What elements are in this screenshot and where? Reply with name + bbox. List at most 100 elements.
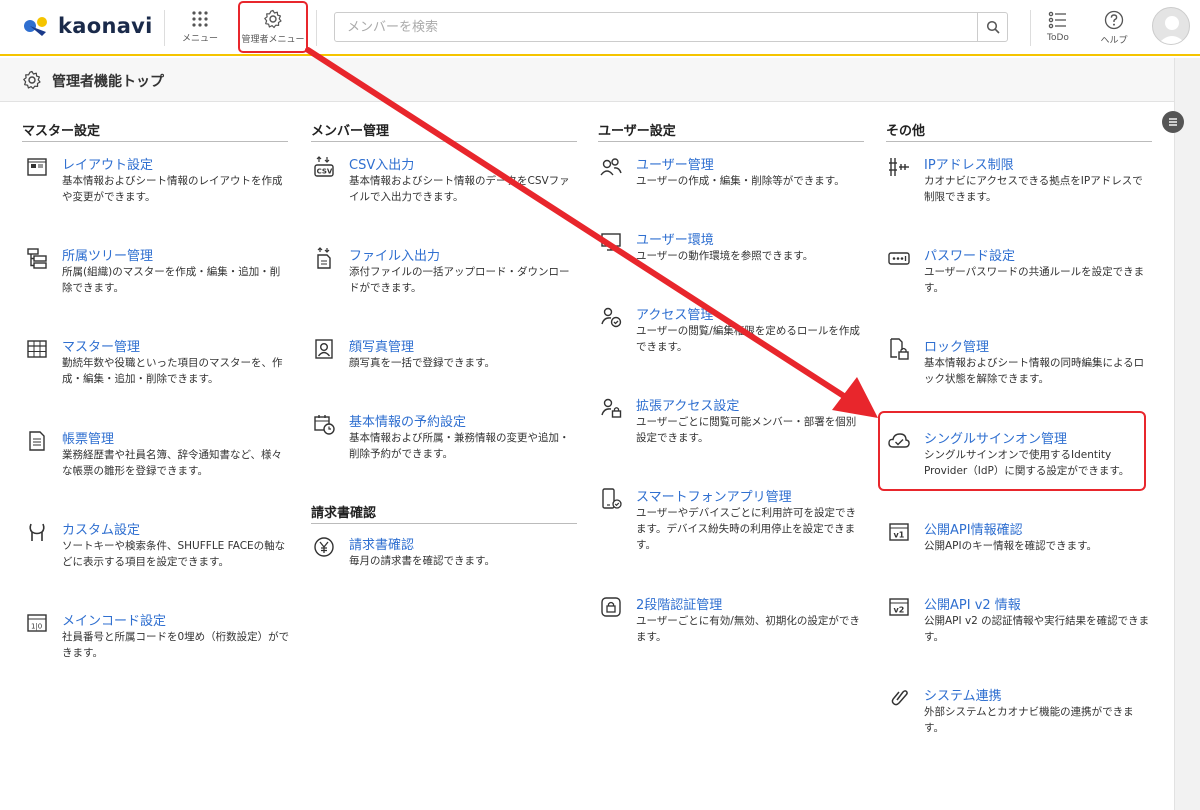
menu-item-label[interactable]: シングルサインオン管理: [924, 428, 1067, 447]
document-icon: [29, 431, 45, 451]
menu-item-label[interactable]: ロック管理: [924, 336, 989, 355]
menu-item-desc: ユーザーの動作環境を参照できます。: [636, 250, 814, 262]
gear-icon: [264, 9, 282, 29]
menu-item-label[interactable]: 公開API情報確認: [924, 519, 1023, 538]
menu-item-desc: ユーザーごとに有効/無効、初期化の設定ができます。: [636, 615, 860, 643]
tree-icon: [27, 248, 47, 269]
ip-restrict-icon: [889, 158, 909, 176]
menu-item-desc: ユーザーやデバイスごとに利用許可を設定できます。デバイス紛失時の利用停止を設定で…: [636, 507, 856, 551]
avatar[interactable]: [1152, 7, 1190, 45]
menu-item-desc: ユーザーの閲覧/編集権限を定めるロールを作成できます。: [636, 325, 860, 353]
svg-text:v1: v1: [894, 531, 905, 540]
menu-item-desc: 勤続年数や役職といった項目のマスターを、作成・編集・追加・削除できます。: [62, 357, 283, 385]
code-icon: 1|0: [27, 614, 47, 632]
menu-item-label[interactable]: 2段階認証管理: [636, 594, 722, 613]
help-button[interactable]: ヘルプ: [1088, 8, 1140, 50]
lock-file-icon: [890, 338, 909, 360]
column-billing: 請求書確認: [311, 502, 577, 524]
menu-item-label[interactable]: ユーザー環境: [636, 229, 714, 248]
svg-text:v2: v2: [894, 606, 905, 615]
admin-menu-button[interactable]: 管理者メニュー: [238, 1, 308, 53]
csv-icon: CSV: [314, 156, 334, 177]
user-lock-icon: [601, 398, 622, 418]
menu-item-desc: 基本情報およびシート情報の同時編集によるロック状態を解除できます。: [924, 357, 1145, 385]
menu-item-label[interactable]: 拡張アクセス設定: [636, 395, 739, 414]
menu-item-label[interactable]: IPアドレス制限: [924, 154, 1014, 173]
menu-item-label[interactable]: 基本情報の予約設定: [349, 411, 466, 430]
todo-list-icon: [1048, 11, 1066, 29]
menu-item-label[interactable]: アクセス管理: [636, 304, 713, 323]
portrait-icon: [315, 339, 333, 359]
smartphone-icon: [602, 488, 622, 509]
section-heading: その他: [886, 120, 1152, 142]
section-heading: メンバー管理: [311, 120, 577, 142]
menu-button[interactable]: メニュー: [168, 8, 232, 50]
menu-item-label[interactable]: メインコード設定: [62, 610, 166, 629]
menu-item-desc: 基本情報およびシート情報のレイアウトを作成や変更ができます。: [62, 175, 283, 203]
member-search: [334, 12, 1008, 42]
kaonavi-logo[interactable]: kaonavi: [22, 14, 153, 38]
yen-icon: [314, 537, 334, 557]
top-header: kaonavi メニュー 管理者メニュー メンバーを検索 ToDo ヘルプ: [0, 0, 1200, 56]
gear-icon: [23, 70, 41, 90]
api-v1-icon: v1: [889, 523, 909, 541]
column-user-settings: ユーザー設定: [598, 120, 864, 142]
menu-item-label[interactable]: システム連携: [924, 685, 1002, 704]
admin-menu-label: 管理者メニュー: [241, 35, 305, 45]
menu-item-label[interactable]: ユーザー管理: [636, 154, 714, 173]
scrollbar[interactable]: [1174, 58, 1200, 810]
scroll-menu-button[interactable]: [1162, 111, 1184, 133]
list-icon: [1169, 118, 1177, 126]
menu-item-desc: 所属(組織)のマスターを作成・編集・追加・削除できます。: [62, 266, 281, 294]
kaonavi-logo-icon: [24, 17, 47, 36]
user-avatar-icon: [1158, 16, 1186, 44]
column-other: その他: [886, 120, 1152, 142]
menu-item-label[interactable]: 公開API v2 情報: [924, 594, 1021, 613]
menu-item-desc: 公開API v2 の認証情報や実行結果を確認できます。: [924, 615, 1150, 643]
menu-item-desc: 毎月の請求書を確認できます。: [349, 555, 495, 567]
menu-item-desc: ソートキーや検索条件、SHUFFLE FACEの軸などに表示する項目を設定できま…: [62, 540, 286, 568]
grid-menu-icon: [192, 11, 208, 27]
menu-item-desc: 社員番号と所属コードを0埋め（桁数設定）ができます。: [62, 631, 290, 659]
menu-item-desc: ユーザーパスワードの共通ルールを設定できます。: [924, 266, 1145, 294]
users-icon: [600, 158, 622, 176]
divider: [1030, 10, 1031, 46]
file-transfer-icon: [317, 247, 331, 269]
menu-item-label[interactable]: CSV入出力: [349, 154, 414, 173]
help-icon: [1104, 10, 1124, 30]
logo-text: kaonavi: [58, 14, 153, 38]
page-title: 管理者機能トップ: [52, 74, 164, 90]
menu-item-desc: 基本情報および所属・兼務情報の変更や追加・削除予約ができます。: [349, 432, 570, 460]
wrench-icon: [29, 523, 45, 541]
section-heading: 請求書確認: [311, 502, 577, 524]
menu-item-label[interactable]: レイアウト設定: [62, 154, 153, 173]
menu-item-desc: 業務経歴書や社員名簿、辞令通知書など、様々な帳票の雛形を登録できます。: [62, 449, 282, 477]
todo-label: ToDo: [1047, 33, 1069, 43]
divider: [316, 10, 317, 46]
menu-item-label[interactable]: 請求書確認: [349, 534, 414, 553]
menu-item-label[interactable]: カスタム設定: [62, 519, 140, 538]
svg-text:CSV: CSV: [317, 168, 333, 176]
two-factor-icon: [601, 597, 621, 617]
menu-item-label[interactable]: 帳票管理: [62, 428, 114, 447]
menu-item-desc: 公開APIのキー情報を確認できます。: [924, 540, 1098, 552]
menu-item-desc: 基本情報およびシート情報のデータをCSVファイルで入出力できます。: [349, 175, 570, 203]
section-heading: マスター設定: [22, 120, 288, 142]
menu-item-desc: ユーザーの作成・編集・削除等ができます。: [636, 175, 845, 187]
menu-item-label[interactable]: パスワード設定: [924, 245, 1015, 264]
search-button[interactable]: [977, 13, 1007, 41]
menu-item-label[interactable]: 所属ツリー管理: [62, 245, 153, 264]
svg-text:1|0: 1|0: [31, 623, 42, 631]
user-check-icon: [601, 307, 622, 328]
column-master-settings: マスター設定: [22, 120, 288, 142]
menu-item-desc: カオナビにアクセスできる拠点をIPアドレスで制限できます。: [924, 175, 1143, 203]
search-input[interactable]: [335, 13, 965, 41]
menu-item-desc: ユーザーごとに閲覧可能メンバー・部署を個別設定できます。: [636, 416, 857, 444]
menu-item-label[interactable]: ファイル入出力: [349, 245, 440, 264]
menu-item-label[interactable]: スマートフォンアプリ管理: [636, 486, 792, 505]
todo-button[interactable]: ToDo: [1032, 8, 1084, 50]
menu-item-label[interactable]: 顔写真管理: [349, 336, 414, 355]
menu-item-label[interactable]: マスター管理: [62, 336, 140, 355]
section-heading: ユーザー設定: [598, 120, 864, 142]
api-v2-icon: v2: [889, 598, 909, 616]
